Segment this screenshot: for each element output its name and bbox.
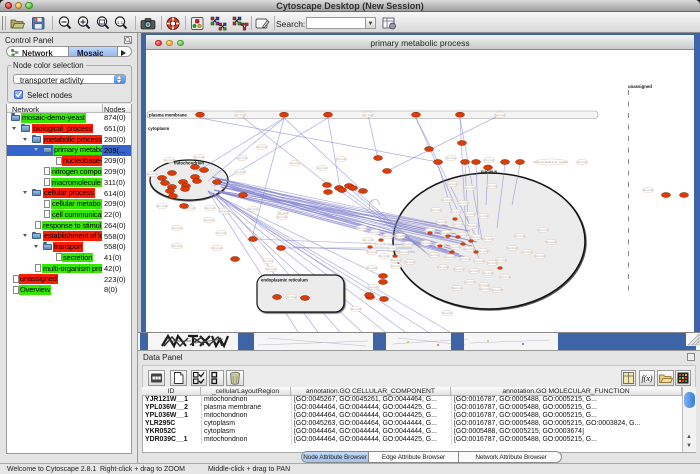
- svg-text:[nn nnn]: [nn nnn]: [363, 113, 373, 117]
- svg-text:[nn nnn]: [nn nnn]: [522, 250, 532, 254]
- svg-text:[nn nnn]: [nn nnn]: [368, 285, 378, 289]
- svg-text:[nn nnn]: [nn nnn]: [205, 206, 215, 210]
- svg-text:[nn nnn]: [nn nnn]: [235, 170, 245, 174]
- svg-text:[nn nnn]: [nn nnn]: [446, 156, 456, 160]
- svg-text:[nn nnn]: [nn nnn]: [257, 145, 267, 149]
- svg-text:[nn nnn]: [nn nnn]: [577, 160, 587, 164]
- svg-text:[nn nnn]: [nn nnn]: [451, 210, 461, 214]
- svg-text:[nn nnn]: [nn nnn]: [370, 230, 380, 234]
- svg-text:[nn nnn]: [nn nnn]: [399, 250, 409, 254]
- svg-text:[nn nnn]: [nn nnn]: [395, 234, 405, 238]
- svg-text:[nn nnn]: [nn nnn]: [465, 212, 475, 216]
- svg-text:[nn nnn]: [nn nnn]: [237, 156, 247, 160]
- svg-text:[nn nnn]: [nn nnn]: [351, 307, 361, 311]
- svg-text:[nn nnn]: [nn nnn]: [454, 267, 464, 271]
- svg-text:[nn nnn]: [nn nnn]: [248, 207, 258, 211]
- svg-text:[nn nnn]: [nn nnn]: [495, 113, 505, 117]
- svg-text:[nn nnn]: [nn nnn]: [277, 215, 287, 219]
- svg-text:[nn nnn]: [nn nnn]: [478, 249, 488, 253]
- svg-text:[nn nnn]: [nn nnn]: [405, 260, 415, 264]
- svg-text:[nn nnn]: [nn nnn]: [474, 259, 484, 263]
- svg-text:[nn nnn]: [nn nnn]: [387, 246, 397, 250]
- svg-text:[nn nnn]: [nn nnn]: [194, 155, 204, 159]
- svg-text:[nn nnn]: [nn nnn]: [383, 234, 393, 238]
- svg-text:[nn nnn]: [nn nnn]: [438, 265, 448, 269]
- svg-text:[nn nnn]: [nn nnn]: [286, 295, 296, 299]
- svg-text:[nn nnn]: [nn nnn]: [492, 288, 502, 292]
- svg-text:[nn nnn]: [nn nnn]: [164, 158, 174, 162]
- svg-text:[nn nnn]: [nn nnn]: [442, 311, 452, 315]
- svg-text:f(x): f(x): [641, 374, 652, 383]
- svg-text:[nn nnn]: [nn nnn]: [500, 275, 510, 279]
- svg-text:[nn nnn]: [nn nnn]: [480, 287, 490, 291]
- svg-text:[nn nnn]: [nn nnn]: [546, 240, 556, 244]
- svg-text:[nn nnn]: [nn nnn]: [452, 286, 462, 290]
- svg-text:[nn nnn]: [nn nnn]: [367, 250, 377, 254]
- svg-text:[nn nnn]: [nn nnn]: [172, 244, 182, 248]
- svg-text:[nn nnn]: [nn nnn]: [484, 158, 494, 162]
- svg-text:[nn nnn]: [nn nnn]: [453, 222, 463, 226]
- svg-text:[nn nnn]: [nn nnn]: [515, 234, 525, 238]
- svg-text:[nn nnn]: [nn nnn]: [483, 271, 493, 275]
- svg-text:[nn nnn]: [nn nnn]: [478, 214, 488, 218]
- svg-text:[nn nnn]: [nn nnn]: [450, 245, 460, 249]
- svg-text:[nn nnn]: [nn nnn]: [538, 228, 548, 232]
- svg-text:[nn nnn]: [nn nnn]: [496, 258, 506, 262]
- svg-text:[nn nnn]: [nn nnn]: [391, 258, 401, 262]
- svg-text:[nn nnn]: [nn nnn]: [157, 204, 167, 208]
- svg-text:[nn nnn]: [nn nnn]: [266, 267, 276, 271]
- svg-text:[nn nnn]: [nn nnn]: [507, 246, 517, 250]
- svg-text:[nn nnn]: [nn nnn]: [204, 218, 214, 222]
- svg-text:unassigned: unassigned: [628, 84, 652, 89]
- svg-text:[nn nnn]: [nn nnn]: [391, 264, 401, 268]
- svg-text:[nn nnn]: [nn nnn]: [357, 226, 367, 230]
- svg-text:[nn nnn]: [nn nnn]: [375, 242, 385, 246]
- svg-text:[nn nnn]: [nn nnn]: [467, 224, 477, 228]
- svg-text:[nn nnn]: [nn nnn]: [212, 246, 222, 250]
- svg-text:[nn nnn]: [nn nnn]: [216, 231, 226, 235]
- svg-text:[nn nnn]: [nn nnn]: [436, 220, 446, 224]
- svg-text:[nn nnn]: [nn nnn]: [367, 266, 377, 270]
- svg-text:[nn nnn]: [nn nnn]: [235, 113, 245, 117]
- svg-text:[nn nnn]: [nn nnn]: [317, 166, 327, 170]
- svg-text:1:1: 1:1: [117, 20, 124, 25]
- svg-text:[nn nnn]: [nn nnn]: [421, 241, 431, 245]
- svg-text:[nn nnn]: [nn nnn]: [172, 226, 182, 230]
- svg-text:[nn nnn]: [nn nnn]: [465, 280, 475, 284]
- svg-text:[nn nnn]: [nn nnn]: [263, 259, 273, 263]
- svg-text:[nn nnn]: [nn nnn]: [643, 188, 653, 192]
- svg-text:[nn nnn]: [nn nnn]: [465, 186, 475, 190]
- svg-text:[mitochondrial inner membr]: [mitochondrial inner membr]: [534, 160, 569, 164]
- svg-text:[nn nnn]: [nn nnn]: [431, 208, 441, 212]
- svg-text:[nn nnn]: [nn nnn]: [535, 254, 545, 258]
- svg-text:plasma membrane: plasma membrane: [149, 113, 187, 118]
- svg-text:[nn nnn]: [nn nnn]: [464, 247, 474, 251]
- svg-text:[nn nnn]: [nn nnn]: [429, 253, 439, 257]
- svg-text:[nn nnn]: [nn nnn]: [447, 182, 457, 186]
- svg-text:[nn nnn]: [nn nnn]: [471, 235, 481, 239]
- svg-text:[nn nnn]: [nn nnn]: [290, 161, 300, 165]
- svg-text:[nn nnn]: [nn nnn]: [147, 172, 157, 176]
- svg-text:[nn nnn]: [nn nnn]: [363, 238, 373, 242]
- svg-text:mitochondrion: mitochondrion: [174, 161, 204, 166]
- svg-text:[nn nnn]: [nn nnn]: [442, 198, 452, 202]
- svg-text:[nn nnn]: [nn nnn]: [219, 209, 229, 213]
- svg-text:cytoplasm: cytoplasm: [148, 126, 169, 131]
- svg-text:[nn nnn]: [nn nnn]: [483, 237, 493, 241]
- svg-text:[nn nnn]: [nn nnn]: [458, 201, 468, 205]
- svg-text:[nn nnn]: [nn nnn]: [379, 254, 389, 258]
- svg-text:[nn nnn]: [nn nnn]: [403, 242, 413, 246]
- svg-text:[nn nnn]: [nn nnn]: [445, 255, 455, 259]
- svg-text:[nn nnn]: [nn nnn]: [441, 231, 451, 235]
- svg-text:[nn nnn]: [nn nnn]: [469, 269, 479, 273]
- svg-text:[nn nnn]: [nn nnn]: [336, 157, 346, 161]
- svg-text:[nn nnn]: [nn nnn]: [460, 257, 470, 261]
- svg-text:endoplasmic reticulum: endoplasmic reticulum: [261, 278, 308, 283]
- svg-text:[nn nnn]: [nn nnn]: [487, 184, 497, 188]
